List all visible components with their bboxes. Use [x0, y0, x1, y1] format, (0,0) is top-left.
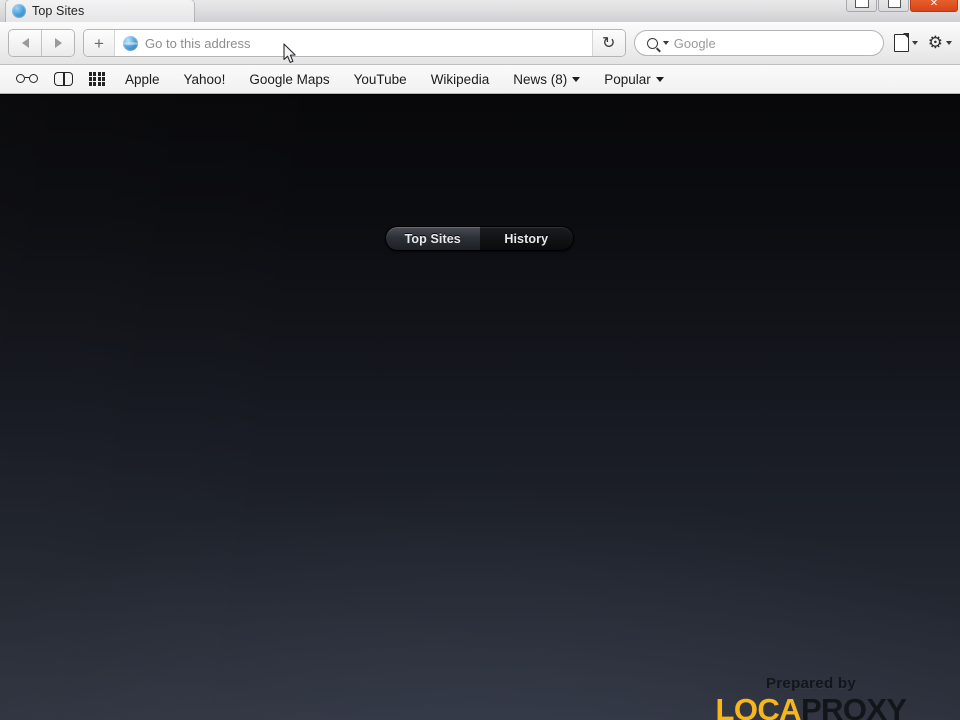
- bookmark-google-maps[interactable]: Google Maps: [237, 65, 341, 93]
- chevron-down-icon: [946, 41, 952, 45]
- bookmark-label: Wikipedia: [430, 71, 490, 87]
- bookmark-yahoo[interactable]: Yahoo!: [172, 65, 238, 93]
- safari-window: Top Sites ✕ + Go to this address ↻ Googl…: [0, 0, 960, 720]
- browser-window-screenshot: Top Sites ✕ + Go to this address ↻ Googl…: [0, 0, 960, 720]
- address-bar[interactable]: + Go to this address ↻: [83, 29, 626, 57]
- maximize-button[interactable]: [878, 0, 909, 12]
- close-button[interactable]: ✕: [910, 0, 958, 12]
- tab-top-sites[interactable]: Top Sites: [386, 227, 480, 250]
- bookmark-label: Popular: [604, 71, 651, 87]
- top-sites-history-toggle: Top Sites History: [385, 226, 574, 251]
- watermark-logo: LOCAPROXY: [706, 694, 916, 720]
- back-button[interactable]: [9, 30, 41, 56]
- watermark-logo-proxy: PROXY: [800, 692, 907, 720]
- gear-icon: ⚙: [927, 32, 943, 53]
- show-bookmarks-button[interactable]: [46, 65, 81, 93]
- search-field[interactable]: Google: [633, 30, 884, 56]
- reader-glasses-icon: [16, 73, 38, 85]
- arrow-right-icon: [54, 38, 62, 48]
- add-bookmark-button[interactable]: +: [84, 30, 115, 56]
- chevron-down-icon: [572, 76, 581, 82]
- tab-top-sites[interactable]: Top Sites: [6, 0, 194, 22]
- bookmark-youtube[interactable]: YouTube: [342, 65, 419, 93]
- settings-menu-button[interactable]: ⚙: [927, 32, 952, 53]
- bookmark-folder-news[interactable]: News (8): [501, 65, 592, 93]
- reload-icon: ↻: [602, 33, 616, 52]
- browser-toolbar: + Go to this address ↻ Google ⚙: [0, 22, 960, 65]
- toolbar-icon-group: ⚙: [892, 32, 952, 53]
- address-input-area[interactable]: Go to this address: [115, 35, 592, 51]
- bookmark-apple[interactable]: Apple: [113, 65, 172, 93]
- reader-button[interactable]: [8, 65, 46, 93]
- address-input[interactable]: Go to this address: [145, 36, 251, 51]
- search-icon: [646, 37, 658, 49]
- page-menu-button[interactable]: [893, 33, 918, 52]
- bookmarks-bar: Apple Yahoo! Google Maps YouTube Wikiped…: [0, 65, 960, 94]
- minimize-icon: [855, 0, 869, 8]
- bookmark-label: Yahoo!: [183, 71, 226, 87]
- minimize-button[interactable]: [846, 0, 877, 12]
- search-input[interactable]: Google: [674, 36, 716, 51]
- chevron-down-icon[interactable]: [662, 41, 669, 45]
- top-sites-content-area: Top Sites History Prepared by LOCAPROXY …: [0, 95, 960, 720]
- window-controls: ✕: [846, 0, 958, 12]
- arrow-left-icon: [21, 38, 29, 48]
- close-icon: ✕: [929, 0, 939, 9]
- chevron-down-icon: [911, 41, 918, 45]
- navigation-buttons: [8, 29, 75, 57]
- reload-button[interactable]: ↻: [591, 30, 625, 56]
- top-sites-grid-icon: [89, 72, 105, 86]
- title-bar: Top Sites ✕: [0, 0, 960, 22]
- watermark-prepared-by: Prepared by: [765, 675, 856, 692]
- bookmark-label: Apple: [125, 71, 160, 87]
- globe-favicon-icon: [12, 4, 26, 18]
- bookmark-label: Google Maps: [249, 71, 330, 87]
- watermark-logo-loca: LOCA: [715, 692, 802, 720]
- page-icon: [893, 33, 910, 52]
- content-background-texture: [0, 95, 960, 720]
- bookmarks-book-icon: [54, 72, 73, 86]
- chevron-down-icon: [655, 76, 664, 82]
- bookmark-folder-popular[interactable]: Popular: [592, 65, 676, 93]
- forward-button[interactable]: [41, 30, 74, 56]
- tab-history[interactable]: History: [480, 227, 574, 250]
- tab-label: Top Sites: [32, 4, 85, 18]
- locaproxy-watermark: Prepared by LOCAPROXY http://www.locapro…: [706, 675, 916, 720]
- bookmark-wikipedia[interactable]: Wikipedia: [419, 65, 502, 93]
- globe-icon: [123, 35, 138, 51]
- bookmark-label: News (8): [513, 71, 568, 87]
- maximize-icon: [888, 0, 901, 8]
- bookmark-label: YouTube: [353, 71, 407, 87]
- show-top-sites-button[interactable]: [81, 65, 113, 93]
